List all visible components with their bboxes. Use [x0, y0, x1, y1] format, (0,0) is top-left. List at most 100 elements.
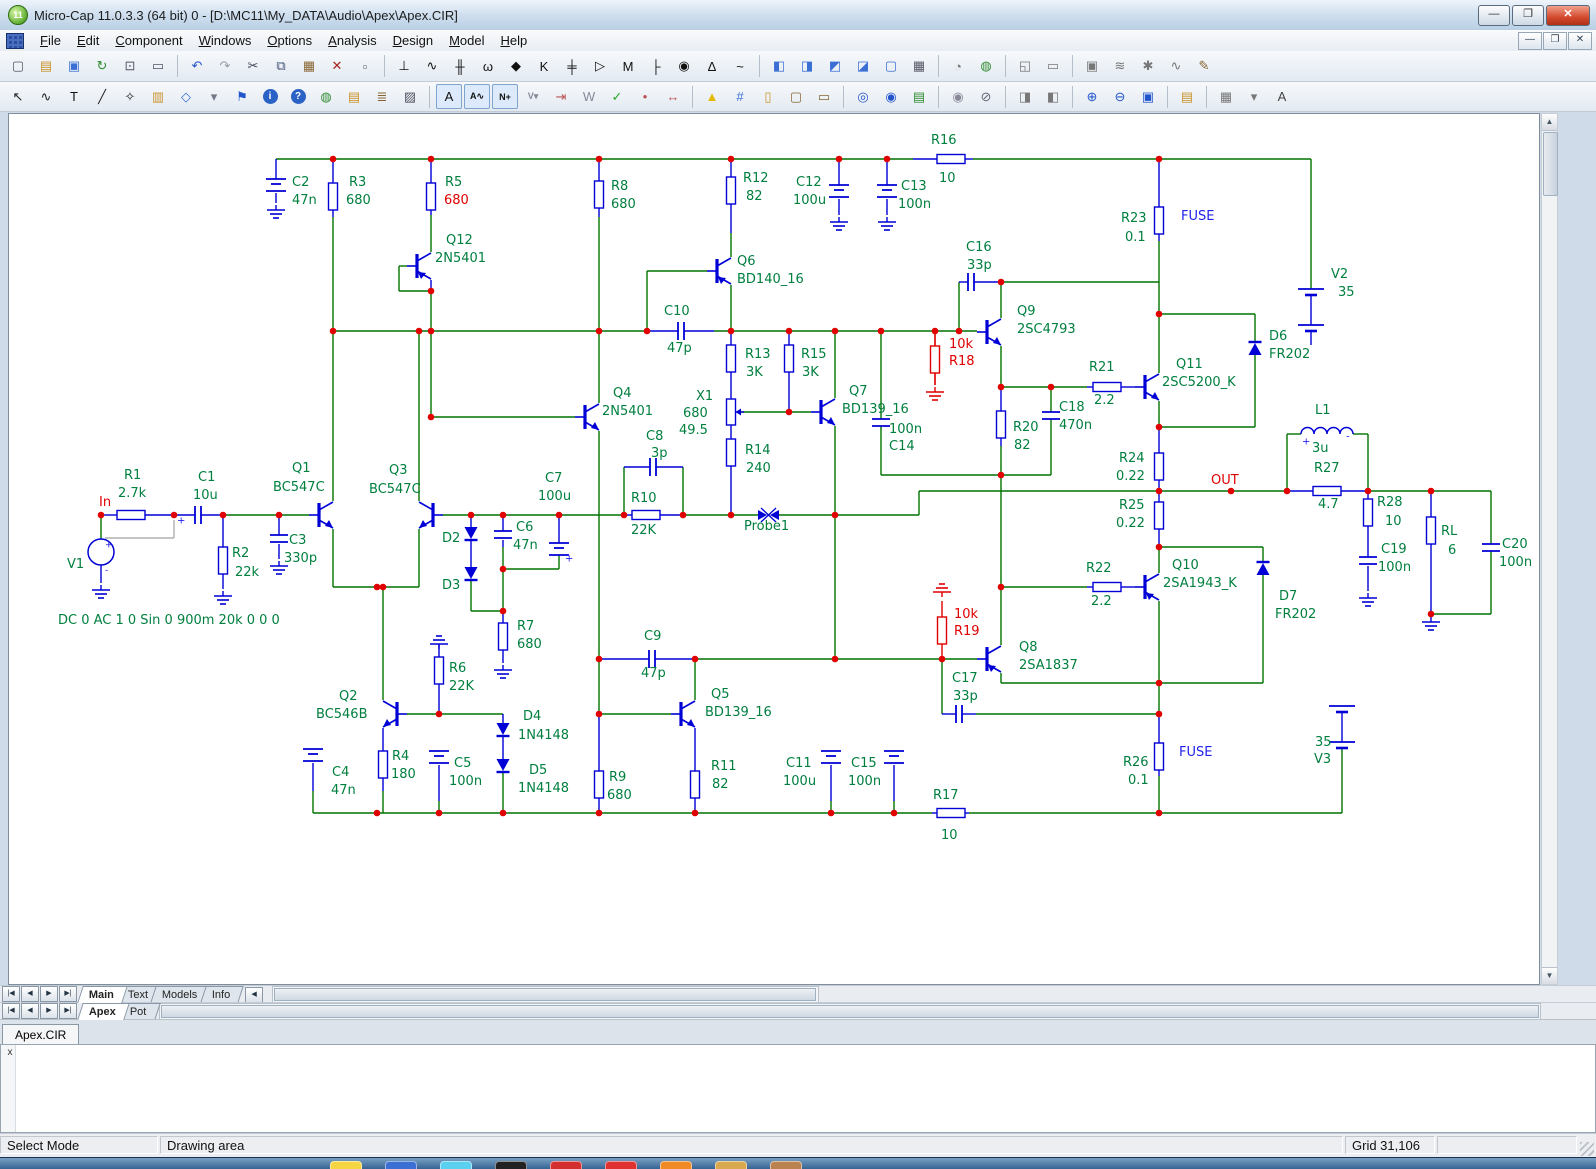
menu-design[interactable]: Design [385, 31, 441, 50]
schematic-label[interactable]: D7 [1279, 589, 1297, 604]
schematic-label[interactable]: 82 [712, 777, 729, 792]
schematic-label[interactable]: C6 [516, 520, 533, 535]
copy-button[interactable]: ⧉ [268, 54, 294, 79]
mdi-close-button[interactable]: ✕ [1568, 32, 1592, 50]
grid-toggle-button[interactable]: # [727, 84, 753, 109]
schematic-label[interactable]: BD139_16 [705, 705, 772, 720]
transistor-collector[interactable] [383, 701, 397, 709]
schematic-label[interactable]: BD140_16 [737, 272, 804, 287]
capacitor-part-button[interactable]: ╫ [447, 54, 473, 79]
transistor-collector[interactable] [319, 502, 333, 510]
schematic-label[interactable]: Q6 [737, 254, 756, 269]
transistor-collector[interactable] [681, 701, 695, 709]
mosfet-part-button[interactable]: ╪ [559, 54, 585, 79]
picture-mode-button[interactable]: ▥ [145, 84, 171, 109]
slider-panel-button[interactable]: ▭ [1040, 54, 1066, 79]
schematic-label[interactable]: RL [1441, 524, 1458, 539]
waveform-buffer-button[interactable]: ∿ [1163, 54, 1189, 79]
print-preview-button[interactable]: ⊡ [117, 54, 143, 79]
nav1-prev-button[interactable]: ◀ [21, 986, 39, 1002]
resistor-body[interactable] [727, 439, 736, 466]
vertical-scroll-thumb[interactable] [1543, 132, 1558, 196]
resistor-body[interactable] [1093, 383, 1121, 392]
connector-part-button[interactable]: ├ [643, 54, 669, 79]
schematic-label[interactable]: 2SC5200_K [1162, 375, 1236, 390]
taskbar-app-icon[interactable] [330, 1161, 362, 1169]
animate-3d-button[interactable]: ◱ [1012, 54, 1038, 79]
resistor-body[interactable] [931, 346, 940, 373]
resistor-body[interactable] [435, 657, 444, 684]
paste-button[interactable]: ▦ [296, 54, 322, 79]
schematic-label[interactable]: 1N4148 [518, 728, 569, 743]
schematic-label[interactable]: 3u [1312, 441, 1329, 456]
model-list-button[interactable]: ▤ [341, 84, 367, 109]
nav2-last-button[interactable]: ▶| [59, 1003, 77, 1019]
schematic-label[interactable]: R18 [949, 354, 975, 369]
schematic-label[interactable]: 10 [1385, 514, 1402, 529]
resistor-body[interactable] [1155, 207, 1164, 234]
schematic-label[interactable]: R13 [745, 347, 771, 362]
resistor-body[interactable] [1155, 502, 1164, 529]
schematic-label[interactable]: 22K [631, 523, 657, 538]
find-button-button[interactable]: ◎ [850, 84, 876, 109]
schematic-label[interactable]: Q8 [1019, 640, 1038, 655]
schematic-label[interactable]: 680 [607, 788, 632, 803]
schematic-label[interactable]: R28 [1377, 495, 1403, 510]
schematic-label[interactable]: 100u [793, 193, 826, 208]
schematic-label[interactable]: C14 [889, 439, 915, 454]
resistor-part-button[interactable]: ∿ [419, 54, 445, 79]
schematic-label[interactable]: 100n [1378, 560, 1411, 575]
zoom-in-button[interactable]: ⊕ [1079, 84, 1105, 109]
design-web-button[interactable]: ◍ [973, 54, 999, 79]
schematic-label[interactable]: R22 [1086, 561, 1112, 576]
schematic-label[interactable]: 2.2 [1091, 594, 1112, 609]
resistor-body[interactable] [427, 183, 436, 210]
potentiometer-body[interactable] [727, 399, 736, 425]
schematic-label[interactable]: + [105, 541, 113, 551]
transistor-collector[interactable] [1145, 374, 1159, 382]
new-file-button[interactable]: ▢ [5, 54, 31, 79]
schematic-label[interactable]: + [177, 515, 185, 526]
transistor-collector[interactable] [417, 253, 431, 261]
schematic-label[interactable]: 10 [941, 828, 958, 843]
diode-triangle[interactable] [465, 567, 478, 579]
resistor-body[interactable] [937, 809, 965, 818]
schematic-label[interactable]: 680 [683, 406, 708, 421]
resistor-body[interactable] [1093, 583, 1121, 592]
schematic-label[interactable]: 180 [391, 767, 416, 782]
schematic-label[interactable]: R7 [517, 619, 534, 634]
taskbar-app-icon[interactable] [550, 1161, 582, 1169]
schematic-label[interactable]: BC546B [316, 707, 368, 722]
diode-triangle[interactable] [497, 723, 510, 735]
schematic-label[interactable]: R11 [711, 759, 737, 774]
nav1-next-button[interactable]: ▶ [40, 986, 58, 1002]
schematic-label[interactable]: 3K [746, 365, 763, 380]
inductor-part-button[interactable]: ω [475, 54, 501, 79]
schematic-label[interactable]: D3 [442, 578, 460, 593]
resistor-body[interactable] [1155, 743, 1164, 770]
schematic-label[interactable]: D4 [523, 709, 541, 724]
node-numbers-toggle-button[interactable]: N+ [492, 84, 518, 109]
schematic-label[interactable]: R6 [449, 661, 466, 676]
resistor-body[interactable] [1155, 453, 1164, 480]
horizontal-scroll-thumb[interactable] [274, 988, 816, 1001]
nav1-first-button[interactable]: |◀ [2, 986, 20, 1002]
macro-part-button[interactable]: M [615, 54, 641, 79]
redo-button[interactable]: ↷ [212, 54, 238, 79]
windows-taskbar[interactable] [0, 1157, 1596, 1169]
scroll-down-icon[interactable]: ▼ [1542, 967, 1557, 984]
optimizer-button[interactable]: ✱ [1135, 54, 1161, 79]
schematic-label[interactable]: 22K [449, 679, 475, 694]
schematic-label[interactable]: 2N5401 [435, 251, 486, 266]
schematic-label[interactable]: C8 [646, 429, 663, 444]
bjt-part-button[interactable]: K [531, 54, 557, 79]
schematic-label[interactable]: - [105, 566, 108, 576]
schematic-label[interactable]: R4 [392, 749, 409, 764]
schematic-label[interactable]: C1 [198, 470, 215, 485]
schematic-label[interactable]: Q12 [446, 233, 473, 248]
close-button[interactable]: ✕ [1546, 5, 1590, 26]
edit-file-button[interactable]: ▨ [397, 84, 423, 109]
schematic-label[interactable]: 0.1 [1128, 773, 1149, 788]
warning-toggle-button[interactable]: ▲ [699, 84, 725, 109]
transistor-collector[interactable] [821, 399, 835, 407]
